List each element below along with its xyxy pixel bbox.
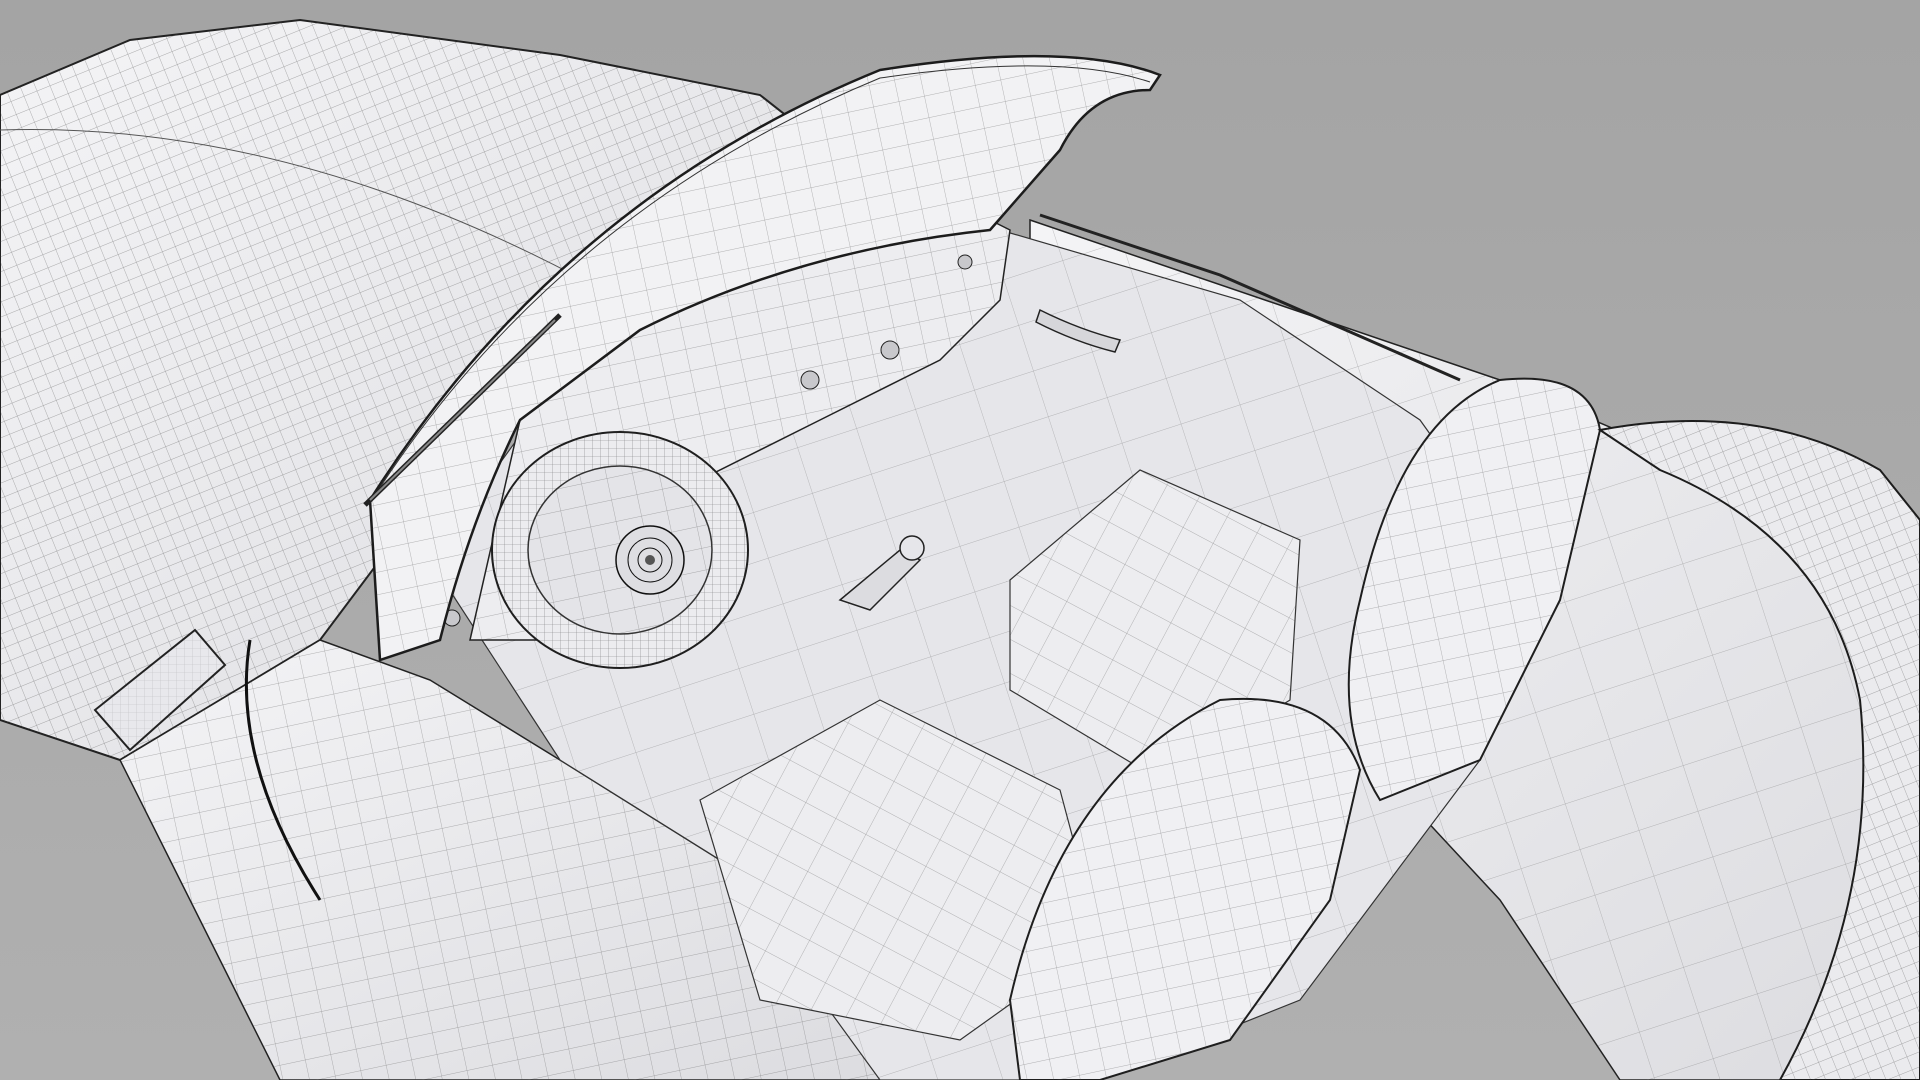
wireframe-scene [0,0,1920,1080]
render-viewport [0,0,1920,1080]
steering-wheel [491,431,749,669]
dash-knob [957,254,973,270]
dash-knob [800,370,820,390]
dash-knob [880,340,900,360]
